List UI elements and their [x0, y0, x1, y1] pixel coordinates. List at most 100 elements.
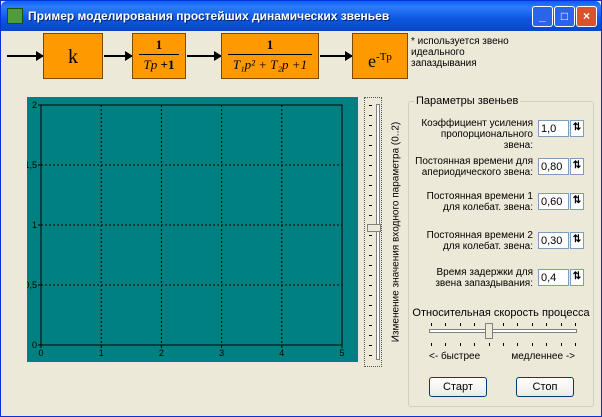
speed-title: Относительная скорость процесса: [412, 307, 590, 319]
speed-slider-tick: [474, 323, 476, 326]
param-gain-spin-button[interactable]: ⇅: [570, 120, 584, 137]
x-tick-label: 1: [99, 348, 104, 358]
param-gain-input[interactable]: [538, 120, 569, 137]
y-tick-label: 2: [32, 100, 37, 110]
input-slider-tick: [369, 315, 372, 316]
main-window: Пример моделирования простейших динамиче…: [0, 0, 602, 417]
oscillatory-denominator: T₁p² + T₂p +1: [232, 57, 308, 72]
app-icon: [7, 8, 23, 24]
input-slider-tick: [369, 215, 372, 216]
minimize-button[interactable]: _: [532, 6, 553, 27]
speed-slider-tick: [546, 343, 548, 346]
speed-slider-track[interactable]: [429, 329, 577, 333]
input-slider-tick: [369, 185, 372, 186]
params-group-title: Параметры звеньев: [414, 95, 521, 107]
delay-expression: e-Tp: [368, 51, 392, 71]
speed-slider-tick: [445, 323, 447, 326]
input-slider-tick: [369, 105, 372, 106]
block-oscillatory: 1 T₁p² + T₂p +1: [221, 33, 319, 79]
y-tick-label: 1: [32, 220, 37, 230]
input-slider-tick: [369, 255, 372, 256]
speed-slider-tick: [431, 343, 432, 346]
input-slider-tick: [369, 145, 372, 146]
speed-fast-label: <- быстрее: [429, 351, 481, 362]
fraction-bar: [228, 54, 312, 55]
param-osc2-spin-button[interactable]: ⇅: [570, 232, 584, 249]
input-slider-tick: [369, 295, 372, 296]
close-button[interactable]: ×: [576, 6, 597, 27]
maximize-button[interactable]: □: [554, 6, 575, 27]
param-aperiodic-input[interactable]: [538, 158, 569, 175]
input-slider[interactable]: [364, 97, 382, 367]
param-osc1-label: Постоянная времени 1 для колебат. звена:: [426, 191, 533, 213]
start-button[interactable]: Старт: [429, 377, 487, 397]
param-osc1-input[interactable]: [538, 193, 569, 210]
arrow-3: [320, 51, 353, 61]
arrow-2: [187, 51, 222, 61]
block-delay: e-Tp: [352, 33, 408, 79]
y-tick-label: 0: [32, 340, 37, 350]
input-slider-tick: [369, 345, 372, 346]
title-bar[interactable]: Пример моделирования простейших динамиче…: [1, 1, 601, 31]
param-aperiodic-spin-button[interactable]: ⇅: [570, 158, 584, 175]
speed-slider-tick: [445, 343, 447, 346]
aperiodic-numerator: 1: [155, 37, 163, 52]
input-slider-tick: [369, 305, 372, 306]
speed-slider-thumb[interactable]: [485, 323, 493, 339]
param-osc1-spin-button[interactable]: ⇅: [570, 193, 584, 210]
speed-slider-tick: [459, 323, 461, 326]
speed-slider-tick: [517, 323, 519, 326]
speed-slider-tick: [459, 343, 461, 346]
input-slider-tick: [369, 115, 372, 116]
speed-slider-tick: [503, 323, 504, 326]
speed-slow-label: медленнее ->: [511, 351, 575, 362]
input-slider-thumb[interactable]: [367, 224, 381, 232]
param-delay-label: Время задержки для звена запаздывания:: [435, 267, 533, 289]
input-slider-tick: [369, 135, 372, 136]
speed-slider-tick: [431, 323, 432, 326]
input-slider-tick: [369, 325, 372, 326]
input-slider-tick: [369, 355, 372, 356]
speed-slider-tick: [531, 343, 533, 346]
speed-slider-tick: [560, 343, 562, 346]
param-delay-spin-button[interactable]: ⇅: [570, 269, 584, 286]
speed-slider-tick: [474, 343, 476, 346]
input-slider-tick: [369, 335, 372, 336]
stop-button[interactable]: Стоп: [516, 377, 574, 397]
speed-slider-tick: [546, 323, 548, 326]
arrow-input: [7, 51, 44, 61]
speed-slider-tick: [503, 343, 504, 346]
y-tick-label: 0,5: [27, 280, 37, 290]
param-aperiodic-label: Постоянная времени для апериодического з…: [415, 156, 533, 178]
speed-slider-tick: [488, 343, 490, 346]
speed-slider-tick: [575, 323, 576, 326]
y-tick-label: 1,5: [27, 160, 37, 170]
x-tick-label: 0: [38, 348, 43, 358]
input-slider-tick: [369, 265, 372, 266]
input-slider-tick: [369, 125, 372, 126]
input-slider-track[interactable]: [376, 104, 380, 360]
x-tick-label: 4: [279, 348, 284, 358]
block-proportional: k: [43, 33, 103, 79]
speed-slider-tick: [531, 323, 533, 326]
x-tick-label: 2: [159, 348, 164, 358]
window-title: Пример моделирования простейших динамиче…: [28, 9, 390, 23]
input-slider-tick: [369, 245, 372, 246]
block-proportional-label: k: [68, 46, 78, 68]
input-slider-tick: [369, 285, 372, 286]
input-slider-label: Изменение значения входного параметра (0…: [390, 121, 402, 343]
input-slider-tick: [369, 195, 372, 196]
oscillatory-numerator: 1: [266, 37, 274, 52]
input-slider-tick: [369, 205, 372, 206]
param-osc2-input[interactable]: [538, 232, 569, 249]
x-tick-label: 3: [219, 348, 224, 358]
param-osc2-label: Постоянная времени 2 для колебат. звена:: [426, 230, 533, 252]
param-delay-input[interactable]: [538, 269, 569, 286]
speed-slider-tick: [517, 343, 519, 346]
output-plot: 0 1 2 3 4 5 0 0,5 1 1,5 2: [27, 97, 358, 362]
aperiodic-denominator: Tp +1: [143, 57, 175, 72]
input-slider-tick: [369, 165, 372, 166]
delay-note: * используется звено идеального запаздыв…: [411, 36, 509, 69]
input-slider-tick: [369, 275, 372, 276]
param-gain-label: Коэффициент усиления пропорционального з…: [421, 118, 533, 151]
